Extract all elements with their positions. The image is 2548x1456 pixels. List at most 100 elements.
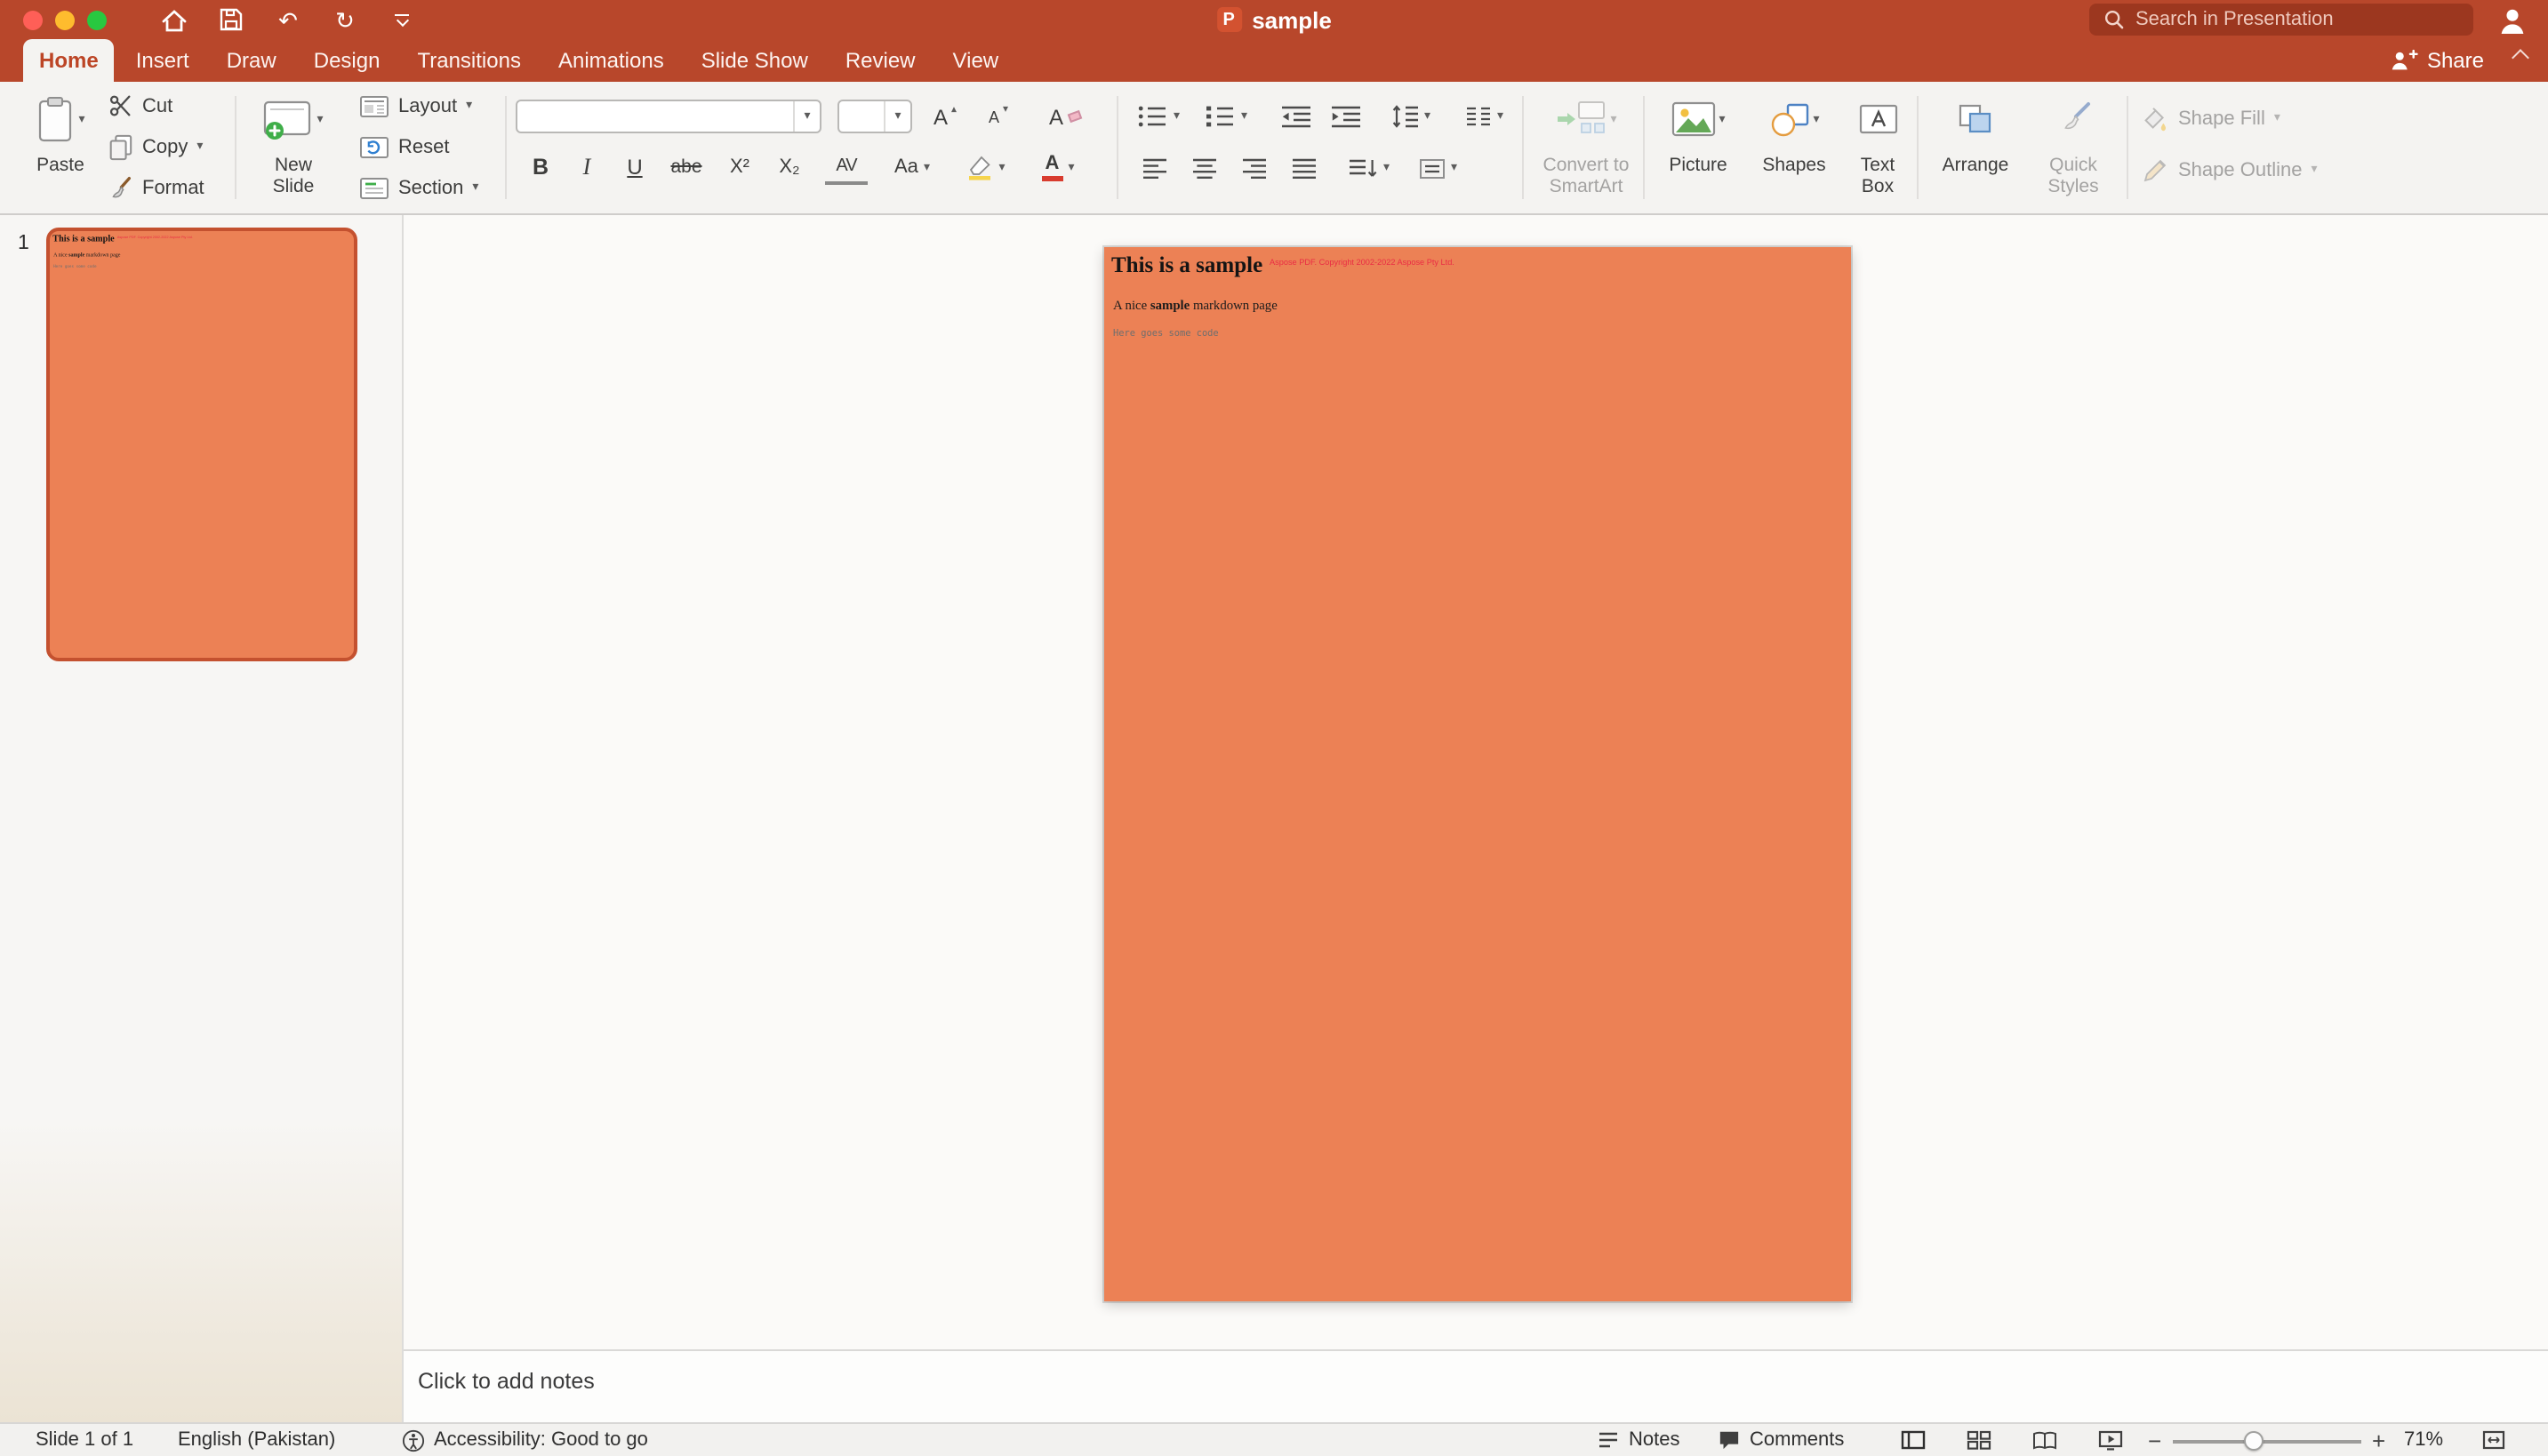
accessibility-status[interactable]: Accessibility: Good to go [402,1424,648,1456]
picture-button[interactable]: ▾ Picture [1657,87,1739,208]
font-name-dropdown-icon[interactable]: ▾ [793,101,820,132]
shape-outline-button[interactable]: Shape Outline ▾ [2141,153,2317,187]
tab-insert[interactable]: Insert [120,39,205,82]
eraser-icon [1068,110,1083,123]
fit-slide-to-window-button[interactable] [2482,1424,2505,1456]
customize-toolbar-chevron-icon[interactable] [384,4,420,36]
increase-font-size-button[interactable]: A▾ [933,100,957,133]
language-button[interactable]: English (Pakistan) [178,1424,335,1456]
cut-button[interactable]: Cut [107,89,172,123]
clear-formatting-button[interactable]: A [1049,100,1081,133]
shapes-button[interactable]: ▾ Shapes [1753,87,1835,208]
zoom-out-button[interactable]: − [2148,1424,2161,1456]
decrease-font-size-button[interactable]: A▾ [989,100,1008,133]
arrange-button[interactable]: Arrange [1931,87,2020,208]
subscript-button[interactable]: X₂ [772,149,807,185]
tab-draw[interactable]: Draw [211,39,292,82]
tab-design[interactable]: Design [298,39,397,82]
share-button[interactable]: Share [2388,39,2484,82]
tab-transitions[interactable]: Transitions [401,39,537,82]
bullets-button[interactable]: ▾ [1138,100,1180,133]
paste-dropdown-icon[interactable]: ▾ [78,113,84,125]
zoom-level[interactable]: 71% [2404,1424,2443,1456]
align-right-icon [1241,157,1268,179]
zoom-in-button[interactable]: + [2372,1424,2385,1456]
redo-icon[interactable]: ↻ [327,4,363,36]
copy-dropdown-icon[interactable]: ▾ [196,140,203,153]
close-window-button[interactable] [23,10,43,29]
slideshow-view-button[interactable] [2098,1424,2123,1456]
save-icon[interactable] [213,4,249,36]
notes-toggle-button[interactable]: Notes [1597,1424,1680,1456]
decrease-indent-button[interactable] [1280,100,1312,133]
text-box-button[interactable]: Text Box [1846,87,1910,208]
comments-toggle-button[interactable]: Comments [1718,1424,1844,1456]
shape-fill-button[interactable]: Shape Fill ▾ [2141,101,2280,135]
shapes-icon [1768,100,1809,138]
layout-button[interactable]: Layout ▾ [359,89,472,123]
notes-pane[interactable]: Click to add notes [404,1349,2548,1422]
copy-button[interactable]: Copy ▾ [107,130,203,164]
strikethrough-button[interactable]: abe [665,149,708,185]
font-size-select[interactable]: ▾ [837,100,912,133]
slide[interactable]: Aspose PDF. Copyright 2002-2022 Aspose P… [1104,247,1851,1301]
slide-body-text[interactable]: A nice sample markdown page [1113,297,1278,313]
zoom-window-button[interactable] [87,10,107,29]
character-spacing-button[interactable]: AV [825,149,868,185]
justify-button[interactable] [1291,151,1318,185]
text-direction-button[interactable]: ▾ [1348,151,1390,185]
font-name-select[interactable]: ▾ [516,100,821,133]
tab-view[interactable]: View [937,39,1015,82]
quick-styles-button[interactable]: Quick Styles [2034,87,2112,208]
collapse-ribbon-icon[interactable] [2514,52,2527,64]
align-left-icon [1142,157,1168,179]
align-text-button[interactable]: ▾ [1419,151,1457,185]
increase-indent-button[interactable] [1330,100,1362,133]
tab-animations[interactable]: Animations [542,39,680,82]
font-size-dropdown-icon[interactable]: ▾ [884,101,910,132]
slide-code-text[interactable]: Here goes some code [1113,329,1219,340]
convert-to-smartart-button[interactable]: ▾ Convert to SmartArt [1529,87,1643,208]
slide-thumbnail[interactable]: Aspose PDF. Copyright 2002-2022 Aspose P… [46,228,357,661]
tab-slide-show[interactable]: Slide Show [685,39,824,82]
format-painter-button[interactable]: Format [107,171,204,204]
superscript-button[interactable]: X² [722,149,757,185]
new-slide-dropdown-icon[interactable]: ▾ [316,113,323,125]
change-case-button[interactable]: Aa▾ [885,149,939,185]
section-button[interactable]: Section ▾ [359,171,478,204]
align-center-button[interactable] [1191,151,1218,185]
align-left-button[interactable] [1142,151,1168,185]
notes-icon [1597,1430,1620,1450]
new-slide-button[interactable]: ▾ New Slide [252,87,334,208]
home-icon[interactable] [156,4,192,36]
align-right-button[interactable] [1241,151,1268,185]
numbering-button[interactable]: ▾ [1206,100,1247,133]
account-avatar[interactable] [2496,5,2528,37]
line-spacing-button[interactable]: ▾ [1390,100,1430,133]
search-input[interactable]: Search in Presentation [2089,4,2473,36]
tab-home[interactable]: Home [23,39,115,82]
font-color-button[interactable]: A ▾ [1031,149,1085,185]
minimize-window-button[interactable] [55,10,75,29]
bold-button[interactable]: B [525,149,557,185]
tab-review[interactable]: Review [829,39,932,82]
picture-dropdown-icon[interactable]: ▾ [1719,113,1725,125]
highlight-color-button[interactable]: ▾ [957,149,1014,185]
reading-view-button[interactable] [2032,1424,2057,1456]
zoom-slider-thumb[interactable] [2244,1431,2264,1451]
reset-button[interactable]: Reset [359,130,450,164]
slide-sorter-view-button[interactable] [1967,1424,1991,1456]
underline-button[interactable]: U [619,149,651,185]
shapes-dropdown-icon[interactable]: ▾ [1813,113,1819,125]
slide-thumbnail-panel: 1 Aspose PDF. Copyright 2002-2022 Aspose… [0,215,404,1422]
slide-title-text[interactable]: This is a sample [1111,252,1262,279]
undo-icon[interactable]: ↶ [270,4,306,36]
normal-view-button[interactable] [1901,1424,1926,1456]
fit-window-icon [2482,1429,2505,1451]
notes-placeholder[interactable]: Click to add notes [418,1369,595,1394]
italic-button[interactable]: I [573,149,601,185]
columns-button[interactable]: ▾ [1465,100,1503,133]
paste-clipboard-icon [36,95,75,143]
zoom-slider-track[interactable] [2173,1440,2361,1443]
paste-button[interactable]: ▾ Paste [21,87,100,208]
